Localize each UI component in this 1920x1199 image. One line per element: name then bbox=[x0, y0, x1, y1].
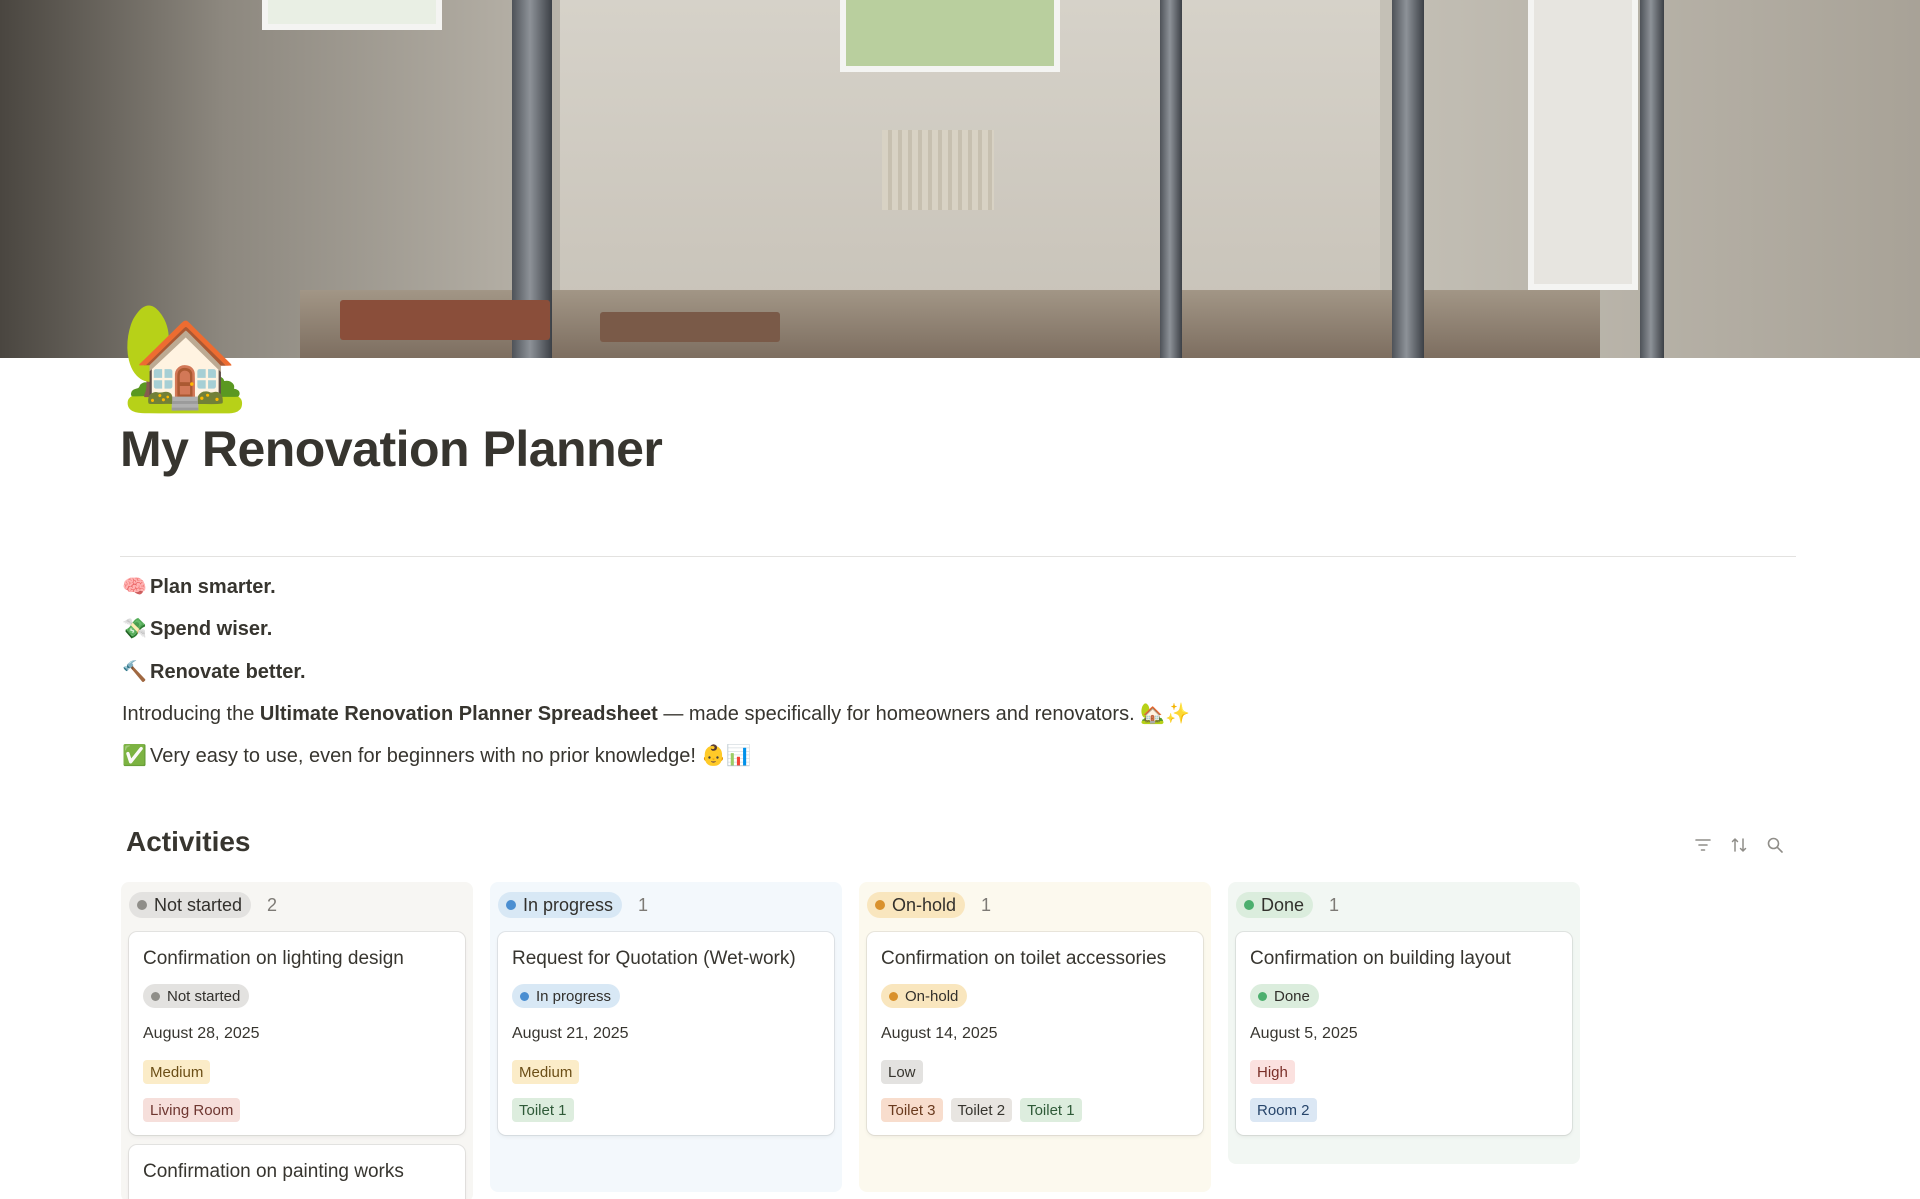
intro-line-4: Introducing the Ultimate Renovation Plan… bbox=[122, 699, 1190, 729]
column-status-label: Not started bbox=[154, 894, 243, 915]
sort-icon[interactable] bbox=[1730, 836, 1748, 854]
page-title[interactable]: My Renovation Planner bbox=[120, 420, 663, 478]
cover-window bbox=[840, 0, 1060, 72]
page-icon[interactable]: 🏡 bbox=[120, 298, 250, 416]
status-dot-icon bbox=[151, 991, 160, 1001]
cover-pillar bbox=[1640, 0, 1664, 358]
column-count: 2 bbox=[267, 894, 278, 915]
intro-line-3: 🔨 Renovate better. bbox=[122, 657, 306, 687]
card-room-tag: Living Room bbox=[143, 1098, 241, 1122]
board-card[interactable]: Confirmation on building layout Done Aug… bbox=[1236, 932, 1572, 1135]
card-room-tag: Toilet 2 bbox=[950, 1098, 1013, 1122]
cover-radiator bbox=[882, 130, 994, 210]
board-column-done: Done 1 Confirmation on building layout D… bbox=[1228, 882, 1580, 1164]
status-dot-icon bbox=[1258, 991, 1267, 1001]
board-column-in-progress: In progress 1 Request for Quotation (Wet… bbox=[490, 882, 842, 1192]
column-status-label: Done bbox=[1261, 894, 1305, 915]
board-card[interactable]: Confirmation on toilet accessories On-ho… bbox=[867, 932, 1203, 1135]
cover-rubble bbox=[600, 312, 780, 342]
card-date: August 28, 2025 bbox=[143, 1025, 260, 1042]
status-dot-icon bbox=[137, 900, 147, 910]
check-mark-icon: ✅ bbox=[122, 745, 147, 767]
card-title[interactable]: Confirmation on lighting design bbox=[143, 944, 451, 973]
column-status-pill[interactable]: Done bbox=[1236, 892, 1314, 918]
board-card[interactable]: Request for Quotation (Wet-work) In prog… bbox=[498, 932, 834, 1135]
card-priority-tag: High bbox=[1250, 1060, 1295, 1084]
card-room-tag: Toilet 3 bbox=[881, 1098, 943, 1122]
intro-text: Plan smarter. bbox=[150, 576, 276, 598]
card-status-pill: Not started bbox=[143, 984, 250, 1008]
card-status-pill: On-hold bbox=[881, 984, 968, 1008]
cover-pillar bbox=[1160, 0, 1182, 358]
cover-rubble bbox=[340, 300, 550, 340]
intro-text: Introducing the bbox=[122, 703, 260, 725]
intro-line-2: 💸 Spend wiser. bbox=[122, 614, 272, 644]
activities-title[interactable]: Activities bbox=[126, 826, 251, 858]
column-count: 1 bbox=[981, 894, 992, 915]
column-count: 1 bbox=[1329, 894, 1340, 915]
card-status-label: Done bbox=[1274, 987, 1310, 1005]
card-status-label: Not started bbox=[167, 987, 241, 1005]
hammer-icon: 🔨 bbox=[122, 661, 147, 683]
intro-line-1: 🧠 Plan smarter. bbox=[122, 572, 276, 602]
board-card[interactable]: Confirmation on lighting design Not star… bbox=[129, 932, 465, 1135]
card-title[interactable]: Confirmation on painting works bbox=[143, 1157, 451, 1186]
status-dot-icon bbox=[1244, 900, 1254, 910]
board-column-on-hold: On-hold 1 Confirmation on toilet accesso… bbox=[859, 882, 1211, 1192]
column-count: 1 bbox=[638, 894, 649, 915]
card-priority-tag: Medium bbox=[143, 1060, 211, 1084]
cover-window bbox=[262, 0, 442, 30]
column-status-pill[interactable]: In progress bbox=[498, 892, 623, 918]
card-room-tag: Room 2 bbox=[1250, 1098, 1317, 1122]
card-priority-tag: Medium bbox=[512, 1060, 580, 1084]
card-status-label: On-hold bbox=[905, 987, 959, 1005]
cover-window bbox=[1528, 0, 1638, 290]
card-title[interactable]: Request for Quotation (Wet-work) bbox=[512, 944, 820, 973]
card-room-tag: Toilet 1 bbox=[1020, 1098, 1082, 1122]
status-dot-icon bbox=[520, 991, 529, 1001]
status-dot-icon bbox=[875, 900, 885, 910]
brain-icon: 🧠 bbox=[122, 576, 147, 598]
intro-text: Very easy to use, even for beginners wit… bbox=[150, 745, 752, 767]
intro-text: Spend wiser. bbox=[150, 618, 273, 640]
status-dot-icon bbox=[889, 991, 898, 1001]
divider bbox=[120, 556, 1796, 557]
cover-image bbox=[0, 0, 1920, 358]
intro-bold-text: Ultimate Renovation Planner Spreadsheet bbox=[259, 703, 658, 725]
card-status-label: In progress bbox=[536, 987, 612, 1005]
search-icon[interactable] bbox=[1766, 836, 1784, 854]
column-status-label: In progress bbox=[523, 894, 614, 915]
filter-icon[interactable] bbox=[1694, 836, 1712, 854]
card-status-pill: In progress bbox=[512, 984, 621, 1008]
card-title[interactable]: Confirmation on building layout bbox=[1250, 944, 1558, 973]
card-priority-tag: Low bbox=[881, 1060, 923, 1084]
intro-text: — made specifically for homeowners and r… bbox=[657, 703, 1191, 725]
board-card[interactable]: Confirmation on painting works bbox=[129, 1145, 465, 1199]
intro-text: Renovate better. bbox=[150, 661, 306, 683]
card-room-tag: Toilet 1 bbox=[512, 1098, 574, 1122]
column-status-pill[interactable]: On-hold bbox=[867, 892, 966, 918]
money-with-wings-icon: 💸 bbox=[122, 618, 147, 640]
board-column-not-started: Not started 2 Confirmation on lighting d… bbox=[121, 882, 473, 1199]
card-title[interactable]: Confirmation on toilet accessories bbox=[881, 944, 1189, 973]
status-dot-icon bbox=[506, 900, 516, 910]
card-date: August 5, 2025 bbox=[1250, 1025, 1358, 1042]
column-status-pill[interactable]: Not started bbox=[129, 892, 252, 918]
cover-pillar bbox=[1392, 0, 1424, 358]
card-date: August 21, 2025 bbox=[512, 1025, 629, 1042]
column-status-label: On-hold bbox=[892, 894, 957, 915]
board-toolbar bbox=[1694, 836, 1784, 854]
intro-line-5: ✅ Very easy to use, even for beginners wi… bbox=[122, 741, 751, 771]
card-status-pill: Done bbox=[1250, 984, 1319, 1008]
card-date: August 14, 2025 bbox=[881, 1025, 998, 1042]
